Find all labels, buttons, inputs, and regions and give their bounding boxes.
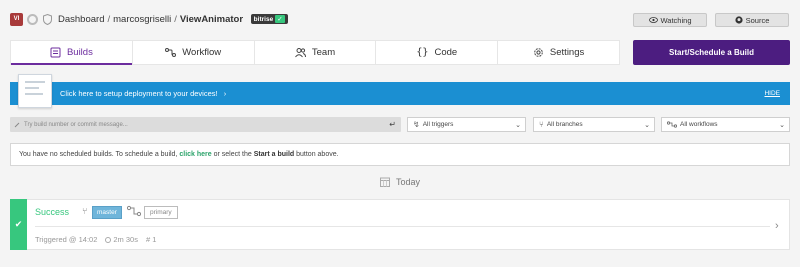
chevron-down-icon: ⌄ bbox=[515, 121, 521, 129]
github-icon bbox=[735, 16, 743, 24]
tab-builds-label: Builds bbox=[66, 47, 93, 58]
workflow-icon bbox=[667, 121, 677, 128]
deploy-banner[interactable]: Click here to setup deployment to your d… bbox=[10, 82, 790, 105]
device-illustration bbox=[18, 74, 52, 108]
tab-builds[interactable]: Builds bbox=[11, 41, 133, 65]
start-build-button[interactable]: Start/Schedule a Build bbox=[633, 40, 790, 65]
watching-button[interactable]: Watching bbox=[633, 13, 707, 27]
breadcrumb-dashboard[interactable]: Dashboard bbox=[58, 14, 104, 25]
branch-tag[interactable]: master bbox=[92, 206, 122, 219]
workflows-select[interactable]: All workflows ⌄ bbox=[661, 117, 790, 132]
source-label: Source bbox=[745, 15, 770, 25]
code-icon: {} bbox=[416, 47, 429, 58]
build-status: Success bbox=[35, 207, 70, 217]
tab-team-label: Team bbox=[311, 47, 336, 58]
workflows-value: All workflows bbox=[680, 121, 718, 128]
triggered-time: Triggered @ 14:02 bbox=[35, 235, 98, 244]
branch-icon: ⑂ bbox=[82, 206, 88, 216]
breadcrumb-app: ViewAnimator bbox=[179, 14, 244, 25]
build-number: # 1 bbox=[145, 235, 157, 244]
card-divider bbox=[35, 226, 770, 227]
build-duration: 2m 30s bbox=[105, 235, 138, 244]
eye-icon bbox=[648, 17, 658, 23]
breadcrumb: Dashboard / marcosgriselli / ViewAnimator bi… bbox=[58, 14, 288, 25]
build-meta: Triggered @ 14:02 2m 30s # 1 bbox=[35, 235, 156, 244]
chevron-down-icon: ⌄ bbox=[779, 121, 785, 129]
triggers-select[interactable]: ↯ All triggers ⌄ bbox=[407, 117, 526, 132]
builds-icon bbox=[50, 47, 61, 58]
pencil-icon bbox=[14, 122, 20, 127]
scheduled-builds-notice: You have no scheduled builds. To schedul… bbox=[10, 143, 790, 166]
tab-team[interactable]: Team bbox=[255, 41, 377, 64]
tab-settings[interactable]: Settings bbox=[498, 41, 619, 64]
calendar-icon bbox=[380, 177, 390, 187]
chevron-right-icon[interactable]: › bbox=[775, 220, 779, 232]
breadcrumb-owner[interactable]: marcosgriselli bbox=[113, 14, 171, 25]
branches-select[interactable]: ⑂ All branches ⌄ bbox=[533, 117, 655, 132]
shield-icon[interactable] bbox=[43, 13, 52, 26]
trigger-icon: ↯ bbox=[413, 120, 420, 129]
branch-icon: ⑂ bbox=[539, 120, 544, 129]
watching-label: Watching bbox=[660, 15, 692, 25]
workflow-icon bbox=[165, 48, 177, 57]
gear-icon bbox=[534, 48, 543, 57]
notice-suffix: button above. bbox=[296, 151, 339, 158]
app-tabs: Builds Workflow Team {} Code Settings bbox=[10, 40, 620, 65]
workflow-tag[interactable]: primary bbox=[144, 206, 178, 219]
banner-text[interactable]: Click here to setup deployment to your d… bbox=[60, 89, 226, 98]
check-icon: ✓ bbox=[275, 15, 285, 24]
tab-workflow[interactable]: Workflow bbox=[133, 41, 255, 64]
settings-gear-icon[interactable] bbox=[27, 14, 38, 25]
clock-icon bbox=[105, 237, 112, 243]
schedule-build-link[interactable]: click here bbox=[179, 151, 211, 158]
banner-hide-link[interactable]: HIDE bbox=[764, 90, 780, 97]
search-placeholder: Try build number or commit message... bbox=[24, 121, 128, 128]
notice-middle: or select the bbox=[213, 151, 252, 158]
triggers-value: All triggers bbox=[422, 121, 454, 128]
team-icon bbox=[294, 48, 306, 58]
success-status-bar: ✔ bbox=[10, 199, 27, 250]
tab-code-label: Code bbox=[434, 47, 458, 58]
tab-code[interactable]: {} Code bbox=[376, 41, 499, 64]
app-avatar[interactable]: VI bbox=[10, 13, 23, 26]
branches-value: All branches bbox=[546, 121, 583, 128]
tab-workflow-label: Workflow bbox=[182, 47, 222, 58]
workflow-icon bbox=[127, 205, 141, 217]
day-divider: Today bbox=[380, 177, 420, 187]
notice-prefix: You have no scheduled builds. To schedul… bbox=[19, 151, 178, 158]
chevron-right-icon: › bbox=[223, 89, 227, 98]
day-label: Today bbox=[396, 177, 421, 187]
notice-bold: Start a build bbox=[253, 151, 295, 158]
chevron-down-icon: ⌄ bbox=[644, 121, 650, 129]
checkmark-icon: ✔ bbox=[14, 219, 23, 229]
build-search-input[interactable]: Try build number or commit message... ↵ bbox=[10, 117, 401, 132]
enter-icon[interactable]: ↵ bbox=[389, 120, 396, 129]
tab-settings-label: Settings bbox=[549, 47, 585, 58]
bitrise-badge: bitrise ✓ bbox=[250, 14, 288, 25]
source-button[interactable]: Source bbox=[715, 13, 789, 27]
